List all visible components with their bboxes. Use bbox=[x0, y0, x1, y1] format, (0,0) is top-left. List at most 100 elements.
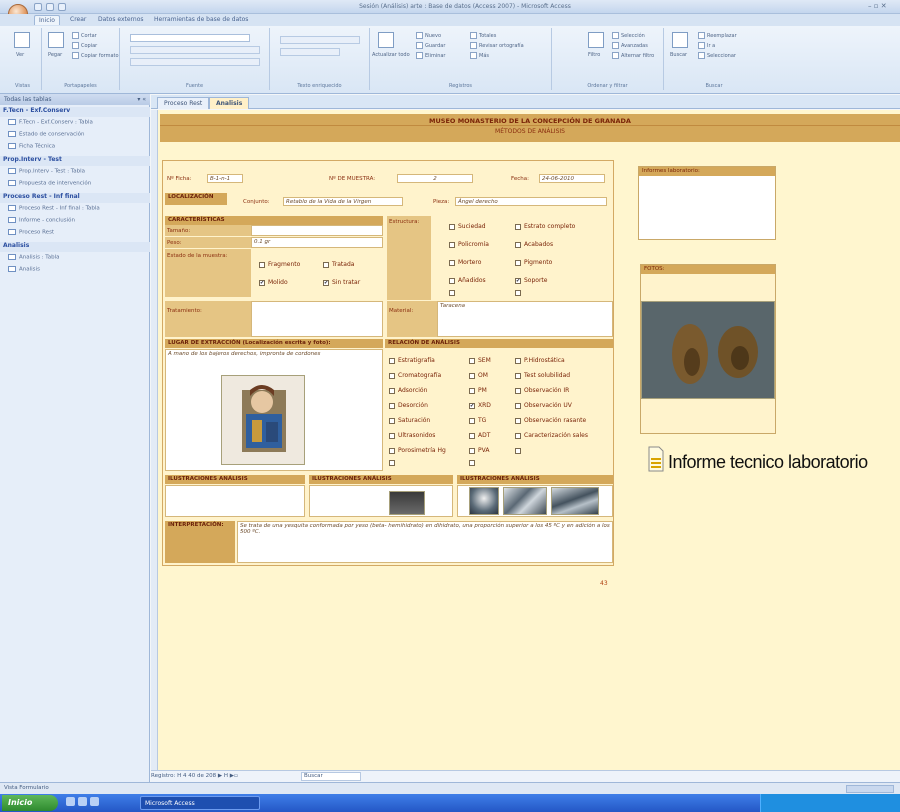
nav-item[interactable]: Prop.Interv - Test : Tabla bbox=[8, 168, 85, 175]
checkbox[interactable] bbox=[449, 259, 455, 266]
more-button[interactable]: Más bbox=[470, 52, 489, 59]
estructura-extra-2[interactable] bbox=[515, 289, 524, 296]
estructura-suciedad[interactable]: Suciedad bbox=[449, 223, 486, 230]
estado-sin-tratar[interactable]: ✔ Sin tratar bbox=[323, 279, 360, 286]
analisis-uv[interactable]: Observación UV bbox=[515, 402, 572, 409]
ilustraciones-box-1[interactable] bbox=[165, 485, 305, 517]
nav-item[interactable]: Proceso Rest - Inf final : Tabla bbox=[8, 205, 100, 212]
refresh-icon[interactable] bbox=[378, 32, 394, 48]
start-button[interactable]: Inicio bbox=[2, 795, 58, 811]
analisis-xrd[interactable]: ✔ XRD bbox=[469, 402, 491, 409]
paragraph-buttons[interactable] bbox=[280, 36, 360, 44]
checkbox[interactable] bbox=[515, 447, 521, 454]
refresh-button[interactable]: Actualizar todo bbox=[372, 52, 410, 58]
nav-item[interactable]: Analisis bbox=[8, 266, 40, 273]
record-selector[interactable] bbox=[151, 110, 158, 782]
checkbox[interactable] bbox=[449, 277, 455, 284]
fecha-field[interactable]: 24-06-2010 bbox=[539, 174, 605, 183]
checkbox[interactable] bbox=[389, 447, 395, 454]
checkbox[interactable] bbox=[469, 447, 475, 454]
analisis-saturacion[interactable]: Saturación bbox=[389, 417, 430, 424]
estructura-extra-1[interactable] bbox=[449, 289, 458, 296]
ficha-field[interactable]: B-1-n-1 bbox=[207, 174, 243, 183]
material-field[interactable]: Taracena bbox=[437, 301, 613, 337]
window-controls[interactable]: – ▫ ✕ bbox=[868, 2, 887, 10]
spelling-button[interactable]: Revisar ortografía bbox=[470, 42, 524, 49]
nav-section-analisis[interactable]: Analisis bbox=[0, 242, 150, 252]
checkbox[interactable] bbox=[515, 387, 521, 394]
view-icon[interactable] bbox=[14, 32, 30, 48]
analisis-adt[interactable]: ADT bbox=[469, 432, 490, 439]
analisis-pva[interactable]: PVA bbox=[469, 447, 489, 454]
checkbox[interactable] bbox=[389, 387, 395, 394]
analisis-tg[interactable]: TG bbox=[469, 417, 486, 424]
muestra-field[interactable]: 2 bbox=[397, 174, 473, 183]
analisis-extra-1[interactable] bbox=[389, 459, 398, 466]
checkbox[interactable] bbox=[449, 241, 455, 248]
estado-molido[interactable]: ✔ Molido bbox=[259, 279, 288, 286]
checkbox-checked[interactable]: ✔ bbox=[259, 279, 265, 286]
checkbox[interactable] bbox=[389, 402, 395, 409]
paste-button[interactable]: Pegar bbox=[48, 52, 62, 58]
checkbox-checked[interactable]: ✔ bbox=[515, 277, 521, 284]
nav-item[interactable]: Analisis : Tabla bbox=[8, 254, 60, 261]
nav-item[interactable]: Informe - conclusión bbox=[8, 217, 75, 224]
analisis-adsorcion[interactable]: Adsorción bbox=[389, 387, 427, 394]
checkbox[interactable] bbox=[515, 259, 521, 266]
estado-fragmento[interactable]: Fragmento bbox=[259, 261, 300, 268]
doctab-proceso-rest[interactable]: Proceso Rest bbox=[157, 97, 210, 109]
paste-icon[interactable] bbox=[48, 32, 64, 48]
checkbox[interactable] bbox=[259, 261, 265, 268]
nav-section-procesorest[interactable]: Proceso Rest - Inf final bbox=[0, 193, 150, 203]
view-switcher[interactable] bbox=[846, 785, 894, 793]
search-box[interactable]: Buscar bbox=[301, 772, 361, 781]
quicklaunch-icon[interactable] bbox=[66, 797, 75, 806]
interpretacion-field[interactable]: Se trata de una yesquita conformada por … bbox=[237, 521, 613, 563]
estado-tratada[interactable]: Tratada bbox=[323, 261, 354, 268]
analisis-sem[interactable]: SEM bbox=[469, 357, 491, 364]
font-format-buttons[interactable] bbox=[130, 46, 260, 54]
undo-icon[interactable] bbox=[46, 3, 54, 11]
find-button[interactable]: Buscar bbox=[670, 52, 687, 58]
analisis-porosimetria[interactable]: Porosimetría Hg bbox=[389, 447, 446, 454]
quicklaunch-icon[interactable] bbox=[78, 797, 87, 806]
analisis-extra-3[interactable] bbox=[515, 447, 524, 454]
goto-button[interactable]: Ir a bbox=[698, 42, 715, 49]
tratamiento-field[interactable] bbox=[251, 301, 383, 337]
analisis-om[interactable]: OM bbox=[469, 372, 488, 379]
new-record-button[interactable]: Nuevo bbox=[416, 32, 441, 39]
binoculars-icon[interactable] bbox=[672, 32, 688, 48]
checkbox[interactable] bbox=[515, 417, 521, 424]
analisis-ultrasonidos[interactable]: Ultrasonidos bbox=[389, 432, 435, 439]
cut-button[interactable]: Cortar bbox=[72, 32, 97, 39]
delete-record-button[interactable]: Eliminar bbox=[416, 52, 446, 59]
nav-item[interactable]: Ficha Técnica bbox=[8, 143, 55, 150]
replace-button[interactable]: Reemplazar bbox=[698, 32, 737, 39]
checkbox[interactable] bbox=[449, 223, 455, 230]
nav-section-ftecn[interactable]: F.Tecn - Exf.Conserv bbox=[0, 107, 150, 117]
nav-item[interactable]: Propuesta de intervención bbox=[8, 180, 91, 187]
tab-herramientas[interactable]: Herramientas de base de datos bbox=[150, 15, 252, 25]
checkbox[interactable] bbox=[515, 223, 521, 230]
checkbox-checked[interactable]: ✔ bbox=[469, 402, 475, 409]
save-record-button[interactable]: Guardar bbox=[416, 42, 445, 49]
doctab-analisis[interactable]: Analisis bbox=[209, 97, 250, 109]
checkbox[interactable] bbox=[389, 459, 395, 466]
save-icon[interactable] bbox=[34, 3, 42, 11]
nav-item[interactable]: F.Tecn - Exf.Conserv : Tabla bbox=[8, 119, 93, 126]
totals-button[interactable]: Totales bbox=[470, 32, 496, 39]
checkbox[interactable] bbox=[515, 357, 521, 364]
tab-datos-externos[interactable]: Datos externos bbox=[94, 15, 148, 25]
chevron-down-icon[interactable]: ▾ « bbox=[137, 96, 146, 103]
selection-button[interactable]: Selección bbox=[612, 32, 645, 39]
filter-button[interactable]: Filtro bbox=[588, 52, 600, 58]
checkbox[interactable] bbox=[515, 289, 521, 296]
estructura-pigmento[interactable]: Pigmento bbox=[515, 259, 552, 266]
list-buttons[interactable] bbox=[280, 48, 340, 56]
checkbox[interactable] bbox=[469, 417, 475, 424]
checkbox[interactable] bbox=[389, 372, 395, 379]
nav-item[interactable]: Estado de conservación bbox=[8, 131, 85, 138]
select-button[interactable]: Seleccionar bbox=[698, 52, 736, 59]
tab-crear[interactable]: Crear bbox=[66, 15, 90, 25]
ilustraciones-box-2[interactable] bbox=[309, 485, 453, 517]
